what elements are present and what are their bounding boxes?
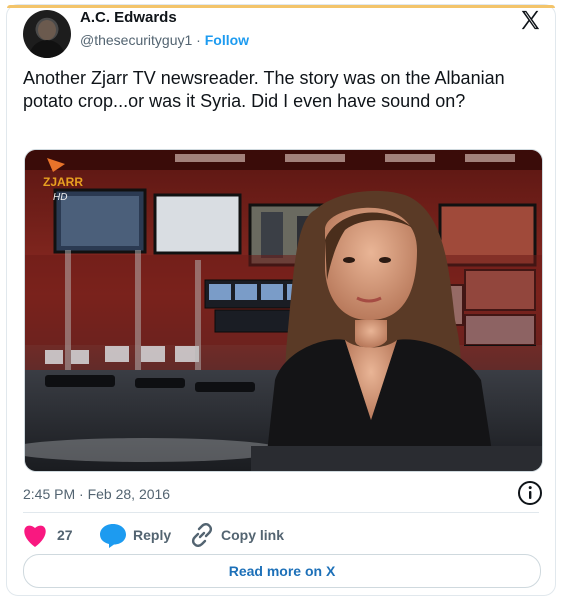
top-accent-line <box>7 5 555 8</box>
tweet-timestamp[interactable]: 2:45 PM · Feb 28, 2016 <box>23 486 170 502</box>
tweet-embed-card: A.C. Edwards @thesecurityguy1 · Follow A… <box>6 4 556 596</box>
heart-icon <box>24 525 46 547</box>
reply-bubble-icon <box>100 524 126 548</box>
reply-button[interactable]: Reply <box>99 522 189 548</box>
avatar[interactable] <box>23 10 71 58</box>
likes-count: 27 <box>57 527 73 543</box>
read-more-button[interactable]: Read more on X <box>23 554 541 588</box>
copy-link-label: Copy link <box>221 527 285 543</box>
copy-link-button[interactable]: Copy link <box>189 522 284 548</box>
follow-button[interactable]: Follow <box>205 32 249 48</box>
separator: · <box>192 32 205 48</box>
news-studio-scene: ZJARR HD <box>25 150 542 471</box>
tweet-media-image[interactable]: ZJARR HD <box>24 149 543 472</box>
channel-logo-hd: HD <box>53 192 67 203</box>
like-button[interactable]: 27 <box>21 522 99 548</box>
channel-logo: ZJARR <box>43 175 83 189</box>
divider <box>23 512 539 513</box>
author-handle-row: @thesecurityguy1 · Follow <box>80 32 249 48</box>
tweet-text: Another Zjarr TV newsreader. The story w… <box>23 68 505 111</box>
author-handle[interactable]: @thesecurityguy1 <box>80 32 192 48</box>
x-logo-icon[interactable] <box>519 9 541 31</box>
tweet-actions: 27 Reply Copy link <box>21 520 284 550</box>
info-icon[interactable] <box>517 480 543 506</box>
author-name[interactable]: A.C. Edwards <box>80 9 177 26</box>
link-icon <box>191 523 213 547</box>
reply-label: Reply <box>133 527 172 543</box>
